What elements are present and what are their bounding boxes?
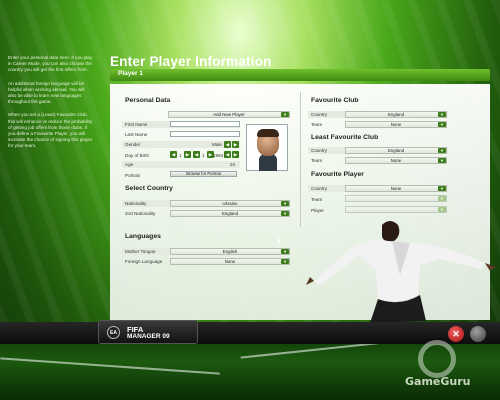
- chevron-down-icon: ▼: [281, 259, 289, 264]
- celebrating-player-image: [306, 221, 496, 323]
- least-club-heading: Least Favourite Club: [311, 134, 379, 141]
- portrait-hair: [257, 129, 279, 137]
- ea-logo-icon: EA: [107, 326, 120, 339]
- least-club-country-value: England: [387, 148, 405, 153]
- dob-year: 1984: [213, 153, 224, 158]
- second-nationality-label: 2nd Nationality: [125, 211, 156, 216]
- fav-club-country-value: England: [387, 112, 405, 117]
- age-value: 24: [230, 162, 236, 167]
- fav-player-player-select[interactable]: ▼: [345, 206, 447, 213]
- pitch-line: [0, 357, 220, 375]
- mouse-cursor: [278, 238, 281, 244]
- chevron-down-icon: ▼: [438, 196, 446, 201]
- fav-player-team-label: Team: [311, 197, 323, 202]
- fav-club-team-value: None: [390, 122, 402, 127]
- continue-button[interactable]: [470, 326, 486, 342]
- portrait-label: Portrait: [125, 173, 140, 178]
- column-divider: [300, 92, 301, 227]
- personal-heading: Personal Data: [125, 97, 171, 104]
- watermark-text: GameGuru: [405, 375, 471, 388]
- gender-value: Male: [212, 142, 222, 147]
- mother-tongue-value: English: [222, 249, 238, 254]
- row-bg: [122, 161, 240, 168]
- first-name-label: First Name: [125, 122, 148, 127]
- day-prev-button[interactable]: ◀: [170, 151, 177, 158]
- year-prev-button[interactable]: ◀: [224, 151, 231, 158]
- country-heading: Select Country: [125, 185, 173, 192]
- chevron-down-icon: ▼: [281, 249, 289, 254]
- second-nationality-select[interactable]: England ▼: [170, 210, 290, 217]
- info-text: When you set a (Least) Favourite Club, t…: [8, 112, 93, 149]
- chevron-down-icon: ▼: [438, 207, 446, 212]
- day-next-button[interactable]: ▶: [184, 151, 191, 158]
- fav-player-heading: Favourite Player: [311, 171, 364, 178]
- year-next-button[interactable]: ▶: [232, 151, 239, 158]
- foreign-language-value: None: [224, 259, 236, 264]
- mother-tongue-select[interactable]: English ▼: [170, 248, 290, 255]
- close-button[interactable]: ✕: [448, 326, 464, 342]
- page-title: Enter Player Information: [110, 54, 272, 69]
- fav-club-team-select[interactable]: None ▼: [345, 121, 447, 128]
- chevron-down-icon: ▼: [438, 112, 446, 117]
- fav-player-country-label: Country: [311, 186, 328, 191]
- fav-club-team-label: Team: [311, 122, 323, 127]
- fav-player-country-value: None: [390, 186, 402, 191]
- fav-player-player-label: Player: [311, 208, 325, 213]
- second-nationality-value: England: [221, 211, 239, 216]
- gender-label: Gender: [125, 142, 141, 147]
- chevron-down-icon: ▼: [438, 148, 446, 153]
- least-club-country-label: Country: [311, 148, 328, 153]
- bottom-bar: [0, 322, 500, 344]
- nationality-label: Nationality: [125, 201, 147, 206]
- gender-next-button[interactable]: ▶: [232, 141, 239, 148]
- chevron-down-icon: ▼: [438, 122, 446, 127]
- foreign-language-select[interactable]: None ▼: [170, 258, 290, 265]
- info-text: Enter your personal data here. If you pl…: [8, 55, 93, 73]
- watermark-logo-icon: [418, 340, 456, 378]
- least-club-team-value: None: [390, 158, 402, 163]
- fav-club-country-label: Country: [311, 112, 328, 117]
- portrait-image: [246, 124, 288, 171]
- gender-prev-button[interactable]: ◀: [224, 141, 231, 148]
- chevron-down-icon: ▼: [281, 211, 289, 216]
- chevron-down-icon: ▼: [438, 186, 446, 191]
- dob-label: Day of Birth: [125, 153, 149, 158]
- chevron-down-icon: ▼: [281, 112, 289, 117]
- portrait-shoulders: [259, 154, 277, 171]
- add-player-label: Add New Player: [213, 112, 245, 117]
- foreign-language-label: Foreign Language: [125, 259, 163, 264]
- fav-player-country-select[interactable]: None ▼: [345, 185, 447, 192]
- info-panel: Enter your personal data here. If you pl…: [0, 55, 102, 325]
- last-name-field[interactable]: [170, 131, 240, 137]
- player-tab[interactable]: Player 1: [110, 69, 490, 81]
- languages-heading: Languages: [125, 233, 161, 240]
- nationality-value: Ukraine: [222, 201, 238, 206]
- last-name-label: Last Name: [125, 132, 148, 137]
- least-club-country-select[interactable]: England ▼: [345, 147, 447, 154]
- mother-tongue-label: Mother Tongue: [125, 249, 156, 254]
- least-club-team-select[interactable]: None ▼: [345, 157, 447, 164]
- first-name-field[interactable]: [170, 121, 240, 127]
- browse-portrait-button[interactable]: Browse for Portrait: [170, 171, 237, 177]
- fav-club-country-select[interactable]: England ▼: [345, 111, 447, 118]
- player-tab-label: Player 1: [118, 70, 143, 77]
- dob-month: 1: [202, 153, 205, 158]
- month-prev-button[interactable]: ◀: [193, 151, 200, 158]
- chevron-down-icon: ▼: [438, 158, 446, 163]
- add-player-select[interactable]: Add New Player ▼: [168, 111, 290, 118]
- least-club-team-label: Team: [311, 158, 323, 163]
- game-logo: EA FIFA MANAGER 09: [98, 320, 198, 344]
- nationality-select[interactable]: Ukraine ▼: [170, 200, 290, 207]
- info-text: An additional foreign language will be h…: [8, 80, 85, 105]
- logo-subtitle: MANAGER 09: [127, 333, 170, 340]
- fav-player-team-select[interactable]: ▼: [345, 195, 447, 202]
- fav-club-heading: Favourite Club: [311, 97, 359, 104]
- dob-day: 1: [179, 153, 182, 158]
- age-label: Age: [125, 162, 134, 167]
- chevron-down-icon: ▼: [281, 201, 289, 206]
